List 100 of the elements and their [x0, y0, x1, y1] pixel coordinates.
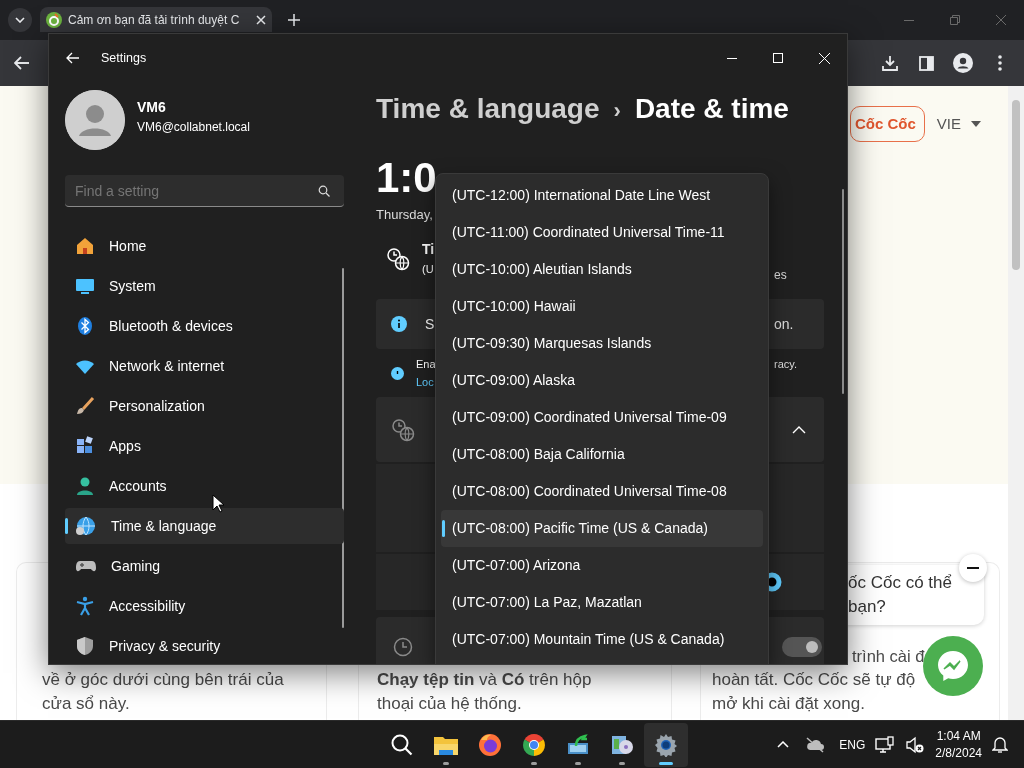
- time-zone-option[interactable]: (UTC-08:00) Pacific Time (US & Canada): [441, 510, 763, 547]
- bluetooth-icon: [75, 316, 95, 336]
- caret-down-icon: [971, 121, 982, 127]
- user-email: VM6@collabnet.local: [137, 118, 250, 136]
- nav-item[interactable]: Time & language: [65, 508, 344, 544]
- card-text: trình cài đ: [852, 646, 925, 667]
- chat-button[interactable]: [923, 636, 983, 696]
- nav-item[interactable]: Apps: [65, 428, 344, 464]
- info-icon: [391, 366, 404, 380]
- info-message: on.: [774, 314, 794, 334]
- taskbar-button[interactable]: [644, 722, 688, 767]
- notification-bell-icon[interactable]: [992, 735, 1008, 754]
- info-icon: [391, 316, 407, 332]
- minimize-chat-button[interactable]: [959, 554, 987, 582]
- download-button[interactable]: [880, 53, 900, 73]
- circle-logo-icon: [522, 732, 546, 757]
- nav-item[interactable]: Gaming: [65, 548, 344, 584]
- network-icon[interactable]: [875, 735, 896, 754]
- muted-speaker-icon[interactable]: [905, 735, 926, 754]
- back-arrow-icon: [66, 52, 80, 64]
- back-button[interactable]: [65, 50, 81, 66]
- close-icon: [996, 15, 1006, 25]
- setting-title: Ti: [422, 240, 435, 259]
- plus-icon: [288, 14, 300, 26]
- location-link[interactable]: Loc: [416, 373, 436, 391]
- breadcrumb-parent[interactable]: Time & language: [376, 93, 600, 124]
- minimize-icon: [904, 19, 914, 21]
- card-text: hoàn tất. Cốc Cốc sẽ tự độ: [712, 669, 917, 691]
- gear-icon: [654, 732, 678, 757]
- restore-icon: [950, 15, 960, 25]
- card-text: thoại của hệ thống.: [377, 693, 523, 715]
- nav-item[interactable]: Accessibility: [65, 588, 344, 624]
- card-text: cửa sổ này.: [42, 693, 131, 715]
- avatar: [65, 90, 125, 150]
- close-tab-button[interactable]: [256, 14, 266, 25]
- mouse-cursor-icon: [212, 494, 224, 513]
- time-zone-option[interactable]: (UTC-09:30) Marquesas Islands: [441, 325, 763, 362]
- clock-icon: [393, 637, 413, 657]
- time-zone-option[interactable]: (UTC-10:00) Aleutian Islands: [441, 251, 763, 288]
- home-icon: [75, 236, 95, 256]
- current-date: Thursday,: [376, 206, 433, 224]
- input-language[interactable]: ENG: [839, 735, 866, 754]
- download-icon: [882, 55, 898, 71]
- scrollbar[interactable]: [1008, 86, 1024, 720]
- time-zone-option[interactable]: (UTC-08:00) Baja California: [441, 436, 763, 473]
- logo-icon: [46, 11, 62, 28]
- time-zone-option[interactable]: (UTC-08:00) Coordinated Universal Time-08: [441, 473, 763, 510]
- time-zone-option[interactable]: (UTC-07:00) La Paz, Mazatlan: [441, 584, 763, 621]
- profile-button[interactable]: [952, 52, 974, 74]
- brush-icon: [75, 396, 95, 416]
- current-time: 1:0: [376, 156, 437, 200]
- page-title: Date & time: [634, 93, 789, 124]
- time-zone-option[interactable]: (UTC-07:00) Mountain Time (US & Canada): [441, 621, 763, 658]
- nav-item[interactable]: Network & internet: [65, 348, 344, 384]
- nav-item[interactable]: Accounts: [65, 468, 344, 504]
- chevron-up-icon: [777, 741, 790, 748]
- tab-search-button[interactable]: [8, 8, 32, 32]
- taskbar-clock[interactable]: 1:04 AM 2/8/2024: [935, 727, 982, 762]
- nav-item[interactable]: Personalization: [65, 388, 344, 424]
- chevron-up-icon[interactable]: [792, 425, 806, 434]
- setting-description: (U: [422, 262, 435, 277]
- nav-item[interactable]: Home: [65, 228, 344, 264]
- nav-item[interactable]: System: [65, 268, 344, 304]
- side-panel-button[interactable]: [916, 53, 936, 73]
- close-icon: [818, 52, 830, 64]
- accessibility-icon: [75, 596, 95, 616]
- globe-clock-icon: [391, 417, 415, 442]
- close-icon: [256, 14, 266, 25]
- person-icon: [75, 476, 95, 496]
- time-zone-option[interactable]: (UTC-09:00) Alaska: [441, 362, 763, 399]
- time-zone-option[interactable]: (UTC-07:00) Arizona: [441, 547, 763, 584]
- time-zone-option[interactable]: (UTC-09:00) Coordinated Universal Time-09: [441, 399, 763, 436]
- minus-icon: [967, 567, 979, 569]
- search-icon: [390, 732, 414, 757]
- side-panel-icon: [918, 55, 934, 71]
- apps-icon: [75, 436, 95, 456]
- shield-icon: [75, 636, 95, 656]
- profile-icon: [953, 53, 973, 73]
- nav-item[interactable]: Privacy & security: [65, 628, 344, 664]
- time-zone-option[interactable]: (UTC-12:00) International Date Line West: [441, 177, 763, 214]
- search-field[interactable]: Find a setting: [65, 175, 344, 207]
- time-zone-option[interactable]: (UTC-10:00) Hawaii: [441, 288, 763, 325]
- time-zone-option[interactable]: (UTC-11:00) Coordinated Universal Time-11: [441, 214, 763, 251]
- card-text: Chạy tệp tin và Có trên hộp: [377, 669, 593, 691]
- browser-tab[interactable]: Cảm ơn bạn đã tải trình duyệt C: [40, 7, 272, 32]
- back-arrow-icon: [14, 56, 30, 70]
- download-link-button[interactable]: Cốc Cốc: [850, 106, 925, 142]
- globe-clock-icon: [75, 516, 97, 536]
- language-selector[interactable]: VIE: [936, 112, 962, 136]
- search-icon: [318, 185, 330, 197]
- maximize-icon: [773, 53, 783, 63]
- window-title: Settings: [101, 49, 147, 67]
- note-text: racy.: [774, 357, 798, 372]
- minimize-icon: [727, 57, 737, 59]
- chat-icon: [936, 649, 970, 683]
- flame-globe-icon: [478, 732, 502, 757]
- cloud-off-icon[interactable]: [805, 736, 826, 753]
- card-text: mở khi cài đặt xong.: [712, 693, 866, 715]
- setting-description: es: [774, 267, 787, 284]
- monitor-arrow-icon: [566, 733, 590, 756]
